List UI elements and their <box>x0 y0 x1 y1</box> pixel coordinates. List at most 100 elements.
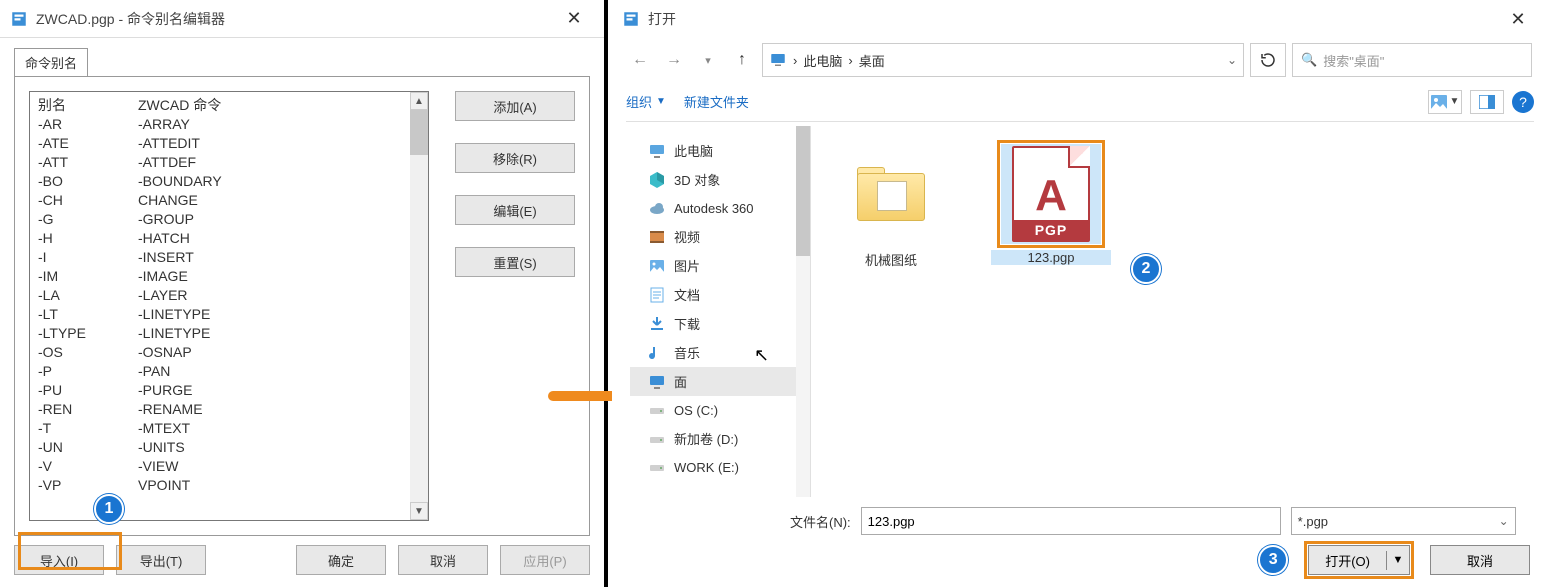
alias-cell-command: -PURGE <box>138 381 230 400</box>
breadcrumb-path[interactable]: › 此电脑 › 桌面 ⌄ <box>762 43 1244 77</box>
alias-row[interactable]: -ATE-ATTEDIT <box>38 134 230 153</box>
alias-row[interactable]: -PU-PURGE <box>38 381 230 400</box>
alias-row[interactable]: -V-VIEW <box>38 457 230 476</box>
alias-cell-alias: -CH <box>38 191 138 210</box>
alias-row[interactable]: -ATT-ATTDEF <box>38 153 230 172</box>
alias-row[interactable]: -I-INSERT <box>38 248 230 267</box>
alias-row[interactable]: -P-PAN <box>38 362 230 381</box>
search-input[interactable]: 🔍 搜索"桌面" <box>1292 43 1532 77</box>
alias-row[interactable]: -UN-UNITS <box>38 438 230 457</box>
alias-cell-command: -VIEW <box>138 457 230 476</box>
tree-item-disk[interactable]: WORK (E:) <box>630 453 806 481</box>
ok-button[interactable]: 确定 <box>296 545 386 575</box>
alias-row[interactable]: -VPVPOINT <box>38 476 230 495</box>
alias-close-button[interactable]: ✕ <box>554 8 594 29</box>
scroll-down-icon[interactable]: ▼ <box>410 502 428 520</box>
alias-row[interactable]: -CHCHANGE <box>38 191 230 210</box>
alias-row[interactable]: -LTYPE-LINETYPE <box>38 324 230 343</box>
export-button[interactable]: 导出(T) <box>116 545 206 575</box>
alias-tab-body: 别名ZWCAD 命令 -AR-ARRAY-ATE-ATTEDIT-ATT-ATT… <box>14 76 590 536</box>
alias-cell-command: -BOUNDARY <box>138 172 230 191</box>
tree-item-disk[interactable]: OS (C:) <box>630 396 806 424</box>
file-pane[interactable]: 机械图纸APGP123.pgp 2 <box>811 126 1534 497</box>
crumb-1[interactable]: 桌面 <box>859 51 885 70</box>
alias-row[interactable]: -H-HATCH <box>38 229 230 248</box>
alias-cell-alias: -I <box>38 248 138 267</box>
alias-row[interactable]: -AR-ARRAY <box>38 115 230 134</box>
alias-cell-alias: -REN <box>38 400 138 419</box>
open-split-dropdown[interactable]: ▼ <box>1387 554 1409 566</box>
alias-row[interactable]: -LT-LINETYPE <box>38 305 230 324</box>
alias-cell-alias: -PU <box>38 381 138 400</box>
tree-item-desktop[interactable]: 面 <box>630 367 806 396</box>
edit-button[interactable]: 编辑(E) <box>455 195 575 225</box>
alias-cell-alias: -LTYPE <box>38 324 138 343</box>
alias-scrollbar[interactable]: ▲ ▼ <box>410 92 428 520</box>
tree-item-cube[interactable]: 3D 对象 <box>630 165 806 194</box>
tree-item-label: 文档 <box>674 285 700 304</box>
file-label: 机械图纸 <box>831 250 951 269</box>
file-filter-combo[interactable]: *.pgp ⌄ <box>1291 507 1516 535</box>
apply-button[interactable]: 应用(P) <box>500 545 590 575</box>
remove-button[interactable]: 移除(R) <box>455 143 575 173</box>
nav-forward-button[interactable]: → <box>660 46 688 74</box>
open-button[interactable]: 打开(O) ▼ <box>1308 545 1410 575</box>
folder-item[interactable]: 机械图纸 <box>831 144 951 269</box>
tree-item-doc[interactable]: 文档 <box>630 280 806 309</box>
alias-row[interactable]: -G-GROUP <box>38 210 230 229</box>
import-button[interactable]: 导入(I) <box>14 545 104 575</box>
alias-row[interactable]: -BO-BOUNDARY <box>38 172 230 191</box>
reset-button[interactable]: 重置(S) <box>455 247 575 277</box>
app-icon <box>10 10 28 28</box>
tree-item-cloud[interactable]: Autodesk 360 <box>630 194 806 222</box>
tree-scroll-thumb[interactable] <box>796 126 810 256</box>
alias-title: ZWCAD.pgp - 命令别名编辑器 <box>36 9 225 29</box>
download-icon <box>648 315 666 333</box>
cancel-button[interactable]: 取消 <box>398 545 488 575</box>
alias-cell-command: -LAYER <box>138 286 230 305</box>
file-label: 123.pgp <box>991 250 1111 265</box>
tree-scrollbar[interactable] <box>796 126 810 497</box>
cube-icon <box>648 171 666 189</box>
pc-icon <box>769 51 787 69</box>
open-cancel-button[interactable]: 取消 <box>1430 545 1530 575</box>
callout-badge-1: 1 <box>94 494 124 524</box>
nav-up-button[interactable]: ↑ <box>728 46 756 74</box>
alias-row[interactable]: -LA-LAYER <box>38 286 230 305</box>
path-dropdown-icon[interactable]: ⌄ <box>1227 53 1237 67</box>
add-button[interactable]: 添加(A) <box>455 91 575 121</box>
filename-input[interactable] <box>861 507 1281 535</box>
alias-row[interactable]: -T-MTEXT <box>38 419 230 438</box>
tree-item-music[interactable]: 音乐 <box>630 338 806 367</box>
nav-back-button[interactable]: ← <box>626 46 654 74</box>
open-close-button[interactable]: ✕ <box>1498 9 1538 30</box>
tree-item-pc[interactable]: 此电脑 <box>630 136 806 165</box>
tree-item-disk[interactable]: 新加卷 (D:) <box>630 424 806 453</box>
preview-pane-button[interactable] <box>1470 90 1504 114</box>
open-title: 打开 <box>648 9 676 29</box>
scroll-thumb[interactable] <box>410 110 428 155</box>
alias-cell-command: -ARRAY <box>138 115 230 134</box>
tree-item-picture[interactable]: 图片 <box>630 251 806 280</box>
open-toolbar: 组织▼ 新建文件夹 ▼ ? <box>626 82 1534 122</box>
organize-menu[interactable]: 组织▼ <box>626 92 666 111</box>
refresh-button[interactable] <box>1250 43 1286 77</box>
desktop-icon <box>648 373 666 391</box>
nav-tree[interactable]: 此电脑3D 对象Autodesk 360视频图片文档下载音乐面OS (C:)新加… <box>626 126 811 497</box>
crumb-0[interactable]: 此电脑 <box>803 51 842 70</box>
help-button[interactable]: ? <box>1512 91 1534 113</box>
alias-cell-alias: -OS <box>38 343 138 362</box>
alias-list[interactable]: 别名ZWCAD 命令 -AR-ARRAY-ATE-ATTEDIT-ATT-ATT… <box>29 91 429 521</box>
nav-recent-button[interactable]: ▾ <box>694 46 722 74</box>
file-item[interactable]: APGP123.pgp <box>991 144 1111 265</box>
alias-row[interactable]: -OS-OSNAP <box>38 343 230 362</box>
scroll-up-icon[interactable]: ▲ <box>410 92 428 110</box>
new-folder-button[interactable]: 新建文件夹 <box>684 92 749 111</box>
alias-row[interactable]: -IM-IMAGE <box>38 267 230 286</box>
tree-item-download[interactable]: 下载 <box>630 309 806 338</box>
tab-command-alias[interactable]: 命令别名 <box>14 48 88 76</box>
tree-item-video[interactable]: 视频 <box>630 222 806 251</box>
view-mode-button[interactable]: ▼ <box>1428 90 1462 114</box>
alias-row[interactable]: -REN-RENAME <box>38 400 230 419</box>
alias-cell-command: -MTEXT <box>138 419 230 438</box>
